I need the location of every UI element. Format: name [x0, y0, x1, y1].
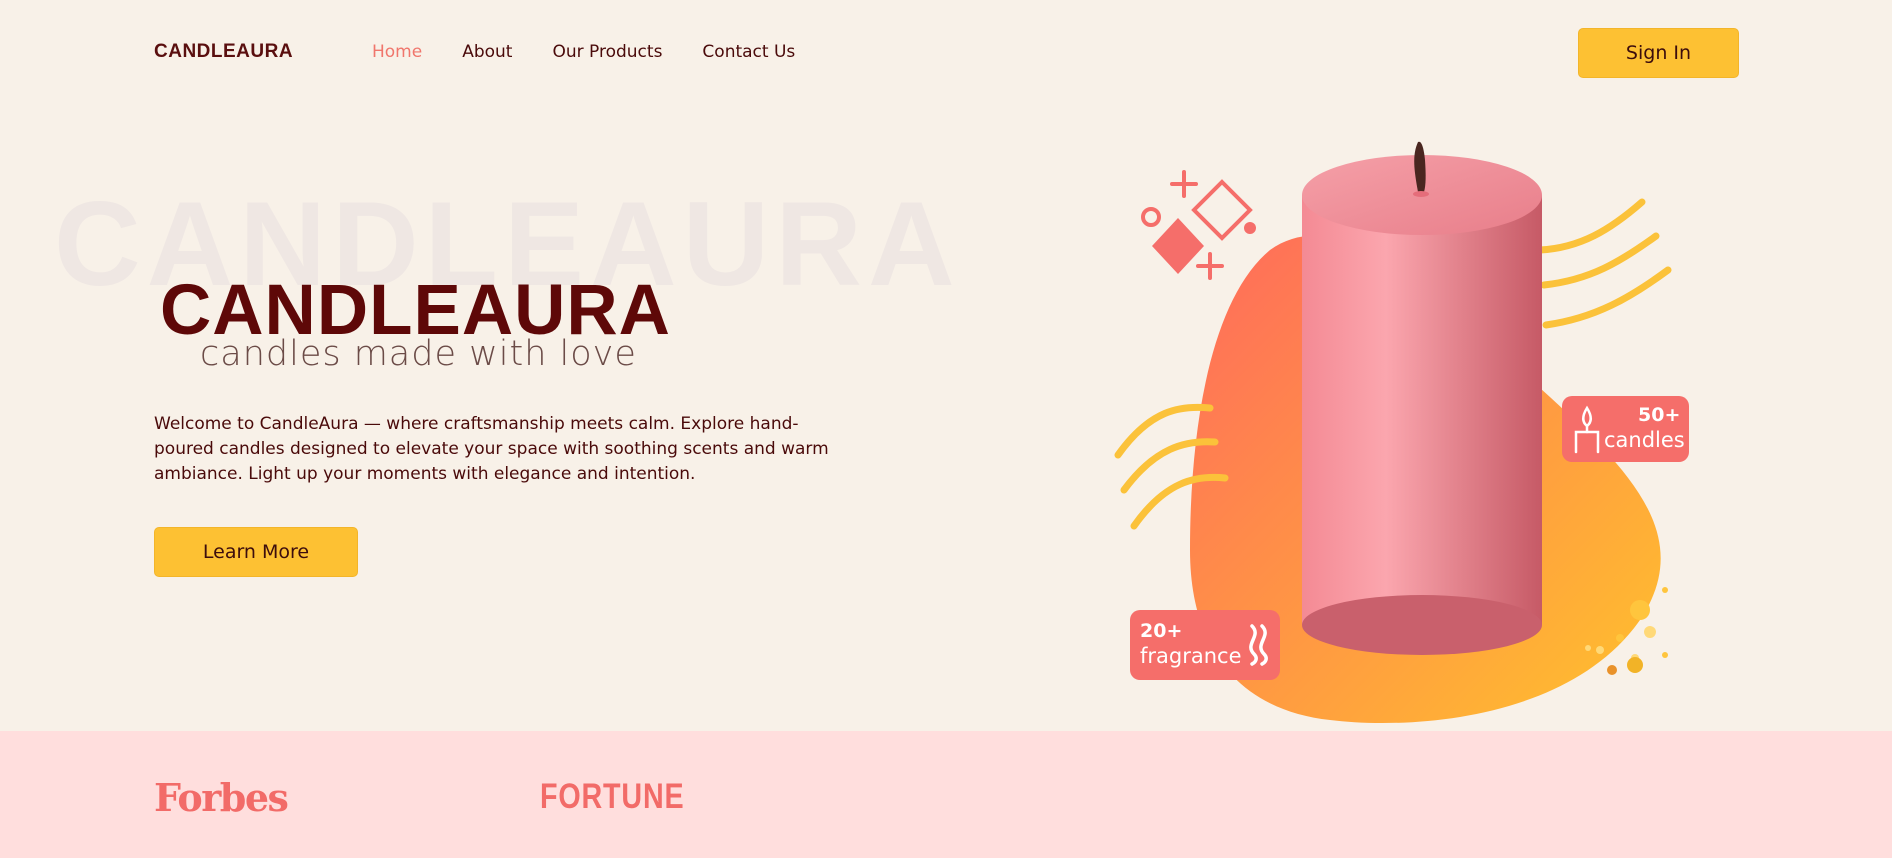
press-logos-band: Forbes FORTUNE — [0, 731, 1892, 858]
forbes-logo: Forbes — [154, 775, 289, 820]
candle — [1302, 141, 1542, 655]
wave-lines-right — [1536, 198, 1672, 329]
candles-count-badge: 50+ candles — [1562, 396, 1689, 462]
nav-link-contact-us[interactable]: Contact Us — [702, 42, 795, 62]
scent-wave-icon — [1249, 624, 1268, 666]
nav-links: Home About Our Products Contact Us — [372, 42, 795, 62]
nav-link-our-products[interactable]: Our Products — [552, 42, 662, 62]
candle-icon — [1574, 405, 1600, 454]
hero-tagline: candles made with love — [200, 334, 637, 374]
fortune-logo: FORTUNE — [540, 777, 685, 816]
nav-link-about[interactable]: About — [462, 42, 512, 62]
hero-intro-text: Welcome to CandleAura — where craftsmans… — [154, 414, 829, 484]
nav-link-home[interactable]: Home — [372, 42, 422, 62]
candles-count: 50+ — [1638, 404, 1681, 426]
learn-more-button[interactable]: Learn More — [154, 527, 358, 577]
fragrance-label: fragrance — [1140, 644, 1242, 668]
candles-label: candles — [1604, 428, 1685, 452]
top-navigation: CANDLEAURA Home About Our Products Conta… — [0, 0, 1892, 106]
fragrance-count-badge: 20+ fragrance — [1130, 610, 1280, 680]
sign-in-button[interactable]: Sign In — [1578, 28, 1739, 78]
sparkle-icons — [1141, 170, 1253, 280]
site-logo[interactable]: CANDLEAURA — [154, 41, 293, 63]
fragrance-count: 20+ — [1140, 620, 1183, 642]
